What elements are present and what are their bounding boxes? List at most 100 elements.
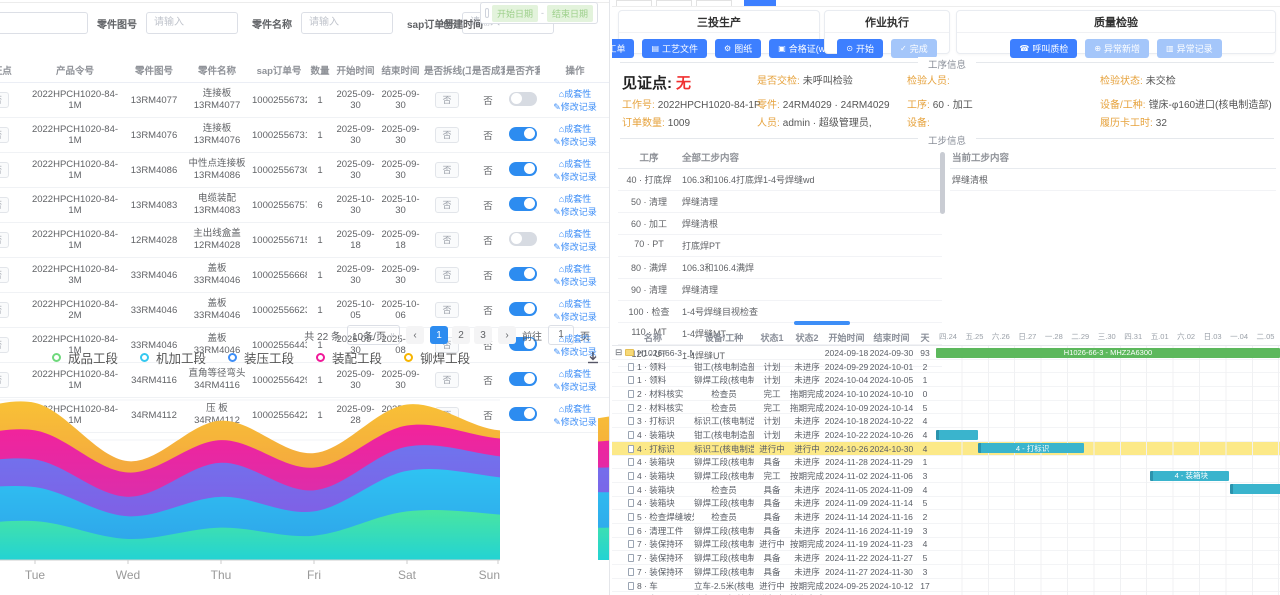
suitability-link[interactable]: ⌂成套性 (559, 299, 591, 309)
gantt-task-row[interactable]: 3 · 打标识标识工(核电制造部)计划未进序2024-10-182024-10-… (612, 414, 1280, 428)
step-info-divider: 工步信息 (620, 138, 1274, 139)
page-button-1[interactable]: 1 (430, 326, 448, 344)
ready-toggle[interactable] (509, 232, 537, 246)
step-row[interactable]: 80 · 满焊106.3和106.4满焊 (618, 257, 942, 279)
date-checkbox-icon[interactable] (485, 8, 489, 18)
legend-item-2[interactable]: 装压工段 (228, 348, 294, 367)
gantt-root-row[interactable]: ⊟H1026-66-3 · MHZ2A63002024-09-182024-09… (612, 346, 1280, 360)
gantt-timeline-area (936, 428, 1280, 442)
witness-tag[interactable]: 否 (0, 127, 9, 143)
legend-item-1[interactable]: 机加工段 (140, 348, 206, 367)
split-tag[interactable]: 否 (435, 197, 458, 213)
start-cell: 2025-09-30 (333, 118, 378, 153)
step-row[interactable]: 90 · 清理焊缝清理 (618, 279, 942, 301)
gantt-col-header-0: 名称 (612, 331, 694, 344)
suitability-link[interactable]: ⌂成套性 (559, 124, 591, 134)
split-tag[interactable]: 否 (435, 162, 458, 178)
collapse-icon[interactable]: ⊟ (615, 347, 622, 358)
gantt-task-row[interactable]: 1 · 领料铆焊工段(核电制造部)计划未进序2024-10-042024-10-… (612, 373, 1280, 387)
gantt-task-row[interactable]: 4 · 装箱块铆焊工段(核电制造部)具备未进序2024-11-092024-11… (612, 497, 1280, 511)
gantt-task-row[interactable]: 4 · 装箱块铆焊工段(核电制造部)完工按期完成2024-11-022024-1… (612, 469, 1280, 483)
gantt-task-row[interactable]: 1 · 领料钳工(核电制造部)计划未进序2024-09-292024-10-01… (612, 360, 1280, 374)
split-tag[interactable]: 否 (435, 267, 458, 283)
info-value: 60 · 加工 (933, 100, 973, 111)
legend-item-3[interactable]: 装配工段 (316, 348, 382, 367)
gantt-end-cell: 2024-10-01 (869, 362, 914, 372)
gantt-task-row[interactable]: 2 · 材料核实检查员完工拖期完成2024-10-092024-10-145 (612, 401, 1280, 415)
modify-record-link[interactable]: ✎修改记录 (553, 137, 597, 147)
steps-horizontal-scrollbar[interactable] (794, 321, 850, 325)
legend-item-4[interactable]: 铆焊工段 (404, 348, 470, 367)
modify-record-link[interactable]: ✎修改记录 (553, 172, 597, 182)
steps-vertical-scrollbar[interactable] (940, 152, 945, 214)
split-tag[interactable]: 否 (435, 92, 458, 108)
gantt-bar[interactable]: H1026-66-3 - MHZ2A6300 (936, 348, 1280, 358)
chart-legend: 成品工段 机加工段 装压工段 装配工段 铆焊工段 (52, 348, 470, 367)
ready-toggle[interactable] (509, 302, 537, 316)
step-row[interactable]: 40 · 打底焊106.3和106.4打底焊1-4号焊缝wd (618, 169, 942, 191)
suitability-icon: ⌂ (559, 369, 564, 379)
suitability-link[interactable]: ⌂成套性 (559, 194, 591, 204)
witness-tag[interactable]: 否 (0, 232, 9, 248)
split-tag[interactable]: 否 (435, 302, 458, 318)
info-value: 24RM4029 · 24RM4029 (783, 100, 890, 111)
create-time-range[interactable]: 开始日期 - 结束日期 (480, 2, 598, 24)
witness-tag[interactable]: 否 (0, 267, 9, 283)
ready-toggle[interactable] (509, 92, 537, 106)
legend-item-0[interactable]: 成品工段 (52, 348, 118, 367)
gantt-task-row[interactable]: 8 · 车立车-2.5米(核电制造部)进行中按期完成2024-09-252024… (612, 579, 1280, 593)
step-row[interactable]: 100 · 检查1-4号焊缝目视检查 (618, 301, 942, 323)
gantt-task-row[interactable]: 7 · 装保持环铆焊工段(核电制造部)具备未进序2024-11-222024-1… (612, 551, 1280, 565)
ready-toggle[interactable] (509, 197, 537, 211)
gantt-task-row[interactable]: 4 · 装箱块检查员具备未进序2024-11-052024-11-094 (612, 483, 1280, 497)
gantt-bar[interactable] (1230, 484, 1280, 494)
gantt-task-row[interactable]: 4 · 打标识标识工(核电制造部)进行中进行中2024-10-262024-10… (612, 442, 1280, 456)
witness-tag[interactable]: 否 (0, 162, 9, 178)
modify-record-link[interactable]: ✎修改记录 (553, 312, 597, 322)
modify-record-link[interactable]: ✎修改记录 (553, 207, 597, 217)
gantt-task-row[interactable]: 7 · 装保持环铆焊工段(核电制造部)进行中按期完成2024-11-192024… (612, 538, 1280, 552)
modify-record-link[interactable]: ✎修改记录 (553, 102, 597, 112)
gantt-days-cell: 4 (914, 416, 936, 426)
sap-cell: 10002556732 (251, 83, 307, 118)
step-row[interactable]: 50 · 清理焊缝清理 (618, 191, 942, 213)
gantt-task-row[interactable]: 7 · 装保持环铆焊工段(核电制造部)具备未进序2024-11-272024-1… (612, 565, 1280, 579)
suitability-link[interactable]: ⌂成套性 (559, 369, 591, 379)
step-row[interactable]: 60 · 加工焊缝清根 (618, 213, 942, 235)
ready-toggle[interactable] (509, 127, 537, 141)
next-page-button[interactable]: › (498, 326, 516, 344)
page-button-3[interactable]: 3 (474, 326, 492, 344)
download-icon[interactable] (585, 350, 601, 366)
gantt-bar[interactable]: 4 - 装箱块 (1150, 471, 1229, 481)
suitability-link[interactable]: ⌂成套性 (559, 159, 591, 169)
suitability-link[interactable]: ⌂成套性 (559, 264, 591, 274)
suitability-link[interactable]: ⌂成套性 (559, 229, 591, 239)
ready-toggle[interactable] (509, 267, 537, 281)
gantt-days-cell: 1 (914, 457, 936, 467)
split-tag[interactable]: 否 (435, 232, 458, 248)
end-date-button[interactable]: 结束日期 (547, 5, 593, 22)
ready-toggle[interactable] (509, 162, 537, 176)
gantt-end-cell: 2024-11-27 (869, 553, 914, 563)
suitability-link[interactable]: ⌂成套性 (559, 89, 591, 99)
start-date-button[interactable]: 开始日期 (492, 5, 538, 22)
gantt-task-row[interactable]: 4 · 装箱块铆焊工段(核电制造部)具备未进序2024-11-282024-11… (612, 456, 1280, 470)
gantt-task-row[interactable]: 2 · 材料核实检查员完工拖期完成2024-10-102024-10-100 (612, 387, 1280, 401)
gantt-task-row[interactable]: 5 · 检查焊缝坡外径检查员具备未进序2024-11-142024-11-162 (612, 510, 1280, 524)
gantt-task-row[interactable]: 6 · 清理工件铆焊工段(核电制造部)具备未进序2024-11-162024-1… (612, 524, 1280, 538)
witness-tag[interactable]: 否 (0, 302, 9, 318)
prev-page-button[interactable]: ‹ (406, 326, 424, 344)
modify-record-link[interactable]: ✎修改记录 (553, 277, 597, 287)
page-button-2[interactable]: 2 (452, 326, 470, 344)
split-tag[interactable]: 否 (435, 127, 458, 143)
drawing-cell: 13RM4076 (125, 118, 183, 153)
gantt-bar[interactable]: 4 - 打标识 (978, 443, 1083, 453)
step-row[interactable]: 70 · PT打底焊PT (618, 235, 942, 257)
witness-tag[interactable]: 否 (0, 92, 9, 108)
gantt-bar[interactable] (936, 430, 978, 440)
page-size-select[interactable]: 10条/页 ∨ (347, 325, 400, 345)
modify-record-link[interactable]: ✎修改记录 (553, 242, 597, 252)
witness-tag[interactable]: 否 (0, 197, 9, 213)
gantt-task-row[interactable]: 4 · 装箱块钳工(核电制造部)计划未进序2024-10-222024-10-2… (612, 428, 1280, 442)
goto-page-input[interactable]: 1 (548, 325, 574, 345)
